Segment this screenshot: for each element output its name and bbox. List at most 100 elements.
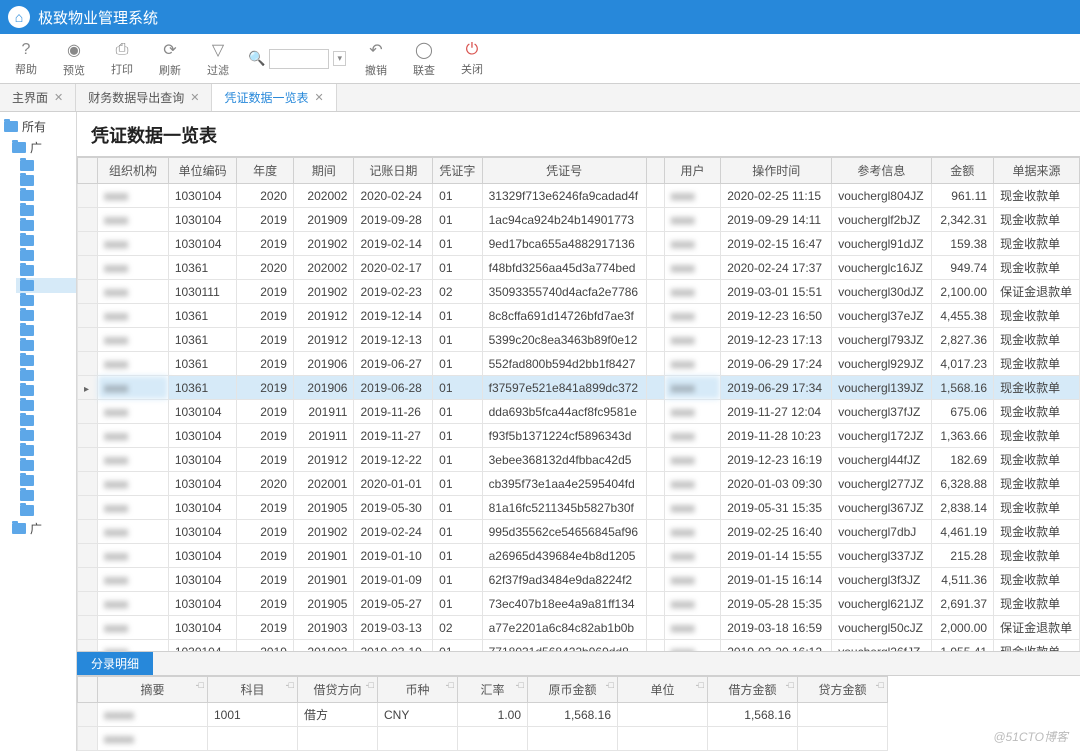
tree-node[interactable] — [16, 383, 76, 398]
table-row[interactable]: xxxx1036120192019062019-06-2801f37597e52… — [78, 376, 1080, 400]
tree-node[interactable] — [16, 188, 76, 203]
row-handle[interactable] — [78, 280, 98, 304]
tree-node[interactable] — [16, 458, 76, 473]
tree-node[interactable] — [16, 323, 76, 338]
row-handle[interactable] — [78, 448, 98, 472]
column-header[interactable]: 单据来源 — [994, 158, 1080, 184]
row-handle[interactable] — [78, 400, 98, 424]
help-button[interactable]: ?帮助 — [8, 41, 44, 77]
row-handle[interactable] — [78, 328, 98, 352]
column-header[interactable]: 凭证号 — [482, 158, 646, 184]
tree-node[interactable] — [16, 413, 76, 428]
tree-node[interactable] — [16, 173, 76, 188]
table-row[interactable]: xxxx103010420192019112019-11-2601dda693b… — [78, 400, 1080, 424]
tree-node[interactable] — [16, 248, 76, 263]
table-row[interactable]: xxxx1036120202020022020-02-1701f48bfd325… — [78, 256, 1080, 280]
row-handle[interactable] — [78, 544, 98, 568]
table-row[interactable]: xxxx103010420192019032019-03-1302a77e220… — [78, 616, 1080, 640]
detail-column-header[interactable]: 币种-□ — [378, 677, 458, 703]
pin-icon[interactable]: -□ — [196, 680, 204, 690]
row-handle[interactable] — [78, 520, 98, 544]
column-header[interactable]: 操作时间 — [721, 158, 832, 184]
detail-column-header[interactable]: 单位-□ — [618, 677, 708, 703]
search-input[interactable] — [269, 49, 329, 69]
pin-icon[interactable]: -□ — [696, 680, 704, 690]
tree-node[interactable] — [16, 338, 76, 353]
tree-node[interactable] — [16, 443, 76, 458]
table-row[interactable]: xxxx103010420192019122019-12-22013ebee36… — [78, 448, 1080, 472]
tab-fin-export[interactable]: 财务数据导出查询✕ — [76, 84, 212, 111]
table-row[interactable]: xxxx103010420192019092019-09-28011ac94ca… — [78, 208, 1080, 232]
link-button[interactable]: ◯联查 — [406, 40, 442, 78]
column-header[interactable] — [646, 158, 664, 184]
undo-button[interactable]: ↶撤销 — [358, 40, 394, 78]
row-handle[interactable] — [78, 208, 98, 232]
column-header[interactable]: 记账日期 — [354, 158, 433, 184]
table-row[interactable]: xxxx103010420192019022019-02-14019ed17bc… — [78, 232, 1080, 256]
tree-node[interactable] — [16, 353, 76, 368]
tree-node[interactable] — [16, 233, 76, 248]
row-handle[interactable] — [78, 304, 98, 328]
table-row[interactable]: xxxx103010420192019012019-01-090162f37f9… — [78, 568, 1080, 592]
column-header[interactable]: 组织机构 — [98, 158, 169, 184]
row-handle[interactable] — [78, 592, 98, 616]
column-header[interactable]: 用户 — [664, 158, 721, 184]
tree-node[interactable] — [16, 398, 76, 413]
search-dropdown-icon[interactable]: ▾ — [333, 51, 346, 66]
refresh-button[interactable]: ⟳刷新 — [152, 40, 188, 78]
row-handle[interactable] — [78, 472, 98, 496]
column-header[interactable]: 金额 — [931, 158, 994, 184]
close-icon[interactable]: ✕ — [314, 91, 323, 104]
pin-icon[interactable]: -□ — [876, 680, 884, 690]
tree-node[interactable] — [16, 278, 76, 293]
pin-icon[interactable]: -□ — [286, 680, 294, 690]
tree-node[interactable]: 广 — [8, 137, 76, 158]
table-row[interactable]: xxxx103010420192019032019-03-19017718031… — [78, 640, 1080, 652]
row-handle[interactable] — [78, 184, 98, 208]
close-icon[interactable]: ✕ — [190, 91, 199, 104]
tree-node[interactable] — [16, 293, 76, 308]
detail-column-header[interactable]: 摘要-□ — [98, 677, 208, 703]
table-row[interactable]: xxxx103010420202020012020-01-0101cb395f7… — [78, 472, 1080, 496]
search-icon[interactable]: 🔍 — [248, 50, 265, 67]
detail-column-header[interactable]: 科目-□ — [208, 677, 298, 703]
table-row[interactable]: xxxx103010420192019012019-01-1001a26965d… — [78, 544, 1080, 568]
row-handle[interactable] — [78, 352, 98, 376]
tree-node[interactable] — [16, 503, 76, 518]
close-icon[interactable]: ✕ — [54, 91, 63, 104]
row-handle[interactable] — [78, 727, 98, 751]
tree-root[interactable]: 所有 — [0, 116, 76, 137]
preview-button[interactable]: ◉预览 — [56, 40, 92, 78]
table-row[interactable]: xxxx103011120192019022019-02-23023509335… — [78, 280, 1080, 304]
detail-column-header[interactable]: 汇率-□ — [458, 677, 528, 703]
table-row[interactable]: xxxx103010420202020022020-02-240131329f7… — [78, 184, 1080, 208]
row-handle[interactable] — [78, 256, 98, 280]
tree-node[interactable] — [16, 473, 76, 488]
print-button[interactable]: ⎙打印 — [104, 41, 140, 77]
column-header[interactable]: 年度 — [237, 158, 294, 184]
table-row[interactable]: xxxx1036120192019122019-12-13015399c20c8… — [78, 328, 1080, 352]
row-handle[interactable] — [78, 640, 98, 652]
detail-column-header[interactable]: 借方金额-□ — [708, 677, 798, 703]
tree-node[interactable] — [16, 488, 76, 503]
pin-icon[interactable]: -□ — [516, 680, 524, 690]
detail-grid[interactable]: 摘要-□科目-□借贷方向-□币种-□汇率-□原币金额-□单位-□借方金额-□贷方… — [77, 675, 1080, 751]
detail-row[interactable]: xxxxx 1001 借方 CNY 1.00 1,568.16 1,568.16 — [78, 703, 888, 727]
column-header[interactable]: 凭证字 — [433, 158, 482, 184]
detail-column-header[interactable]: 借贷方向-□ — [298, 677, 378, 703]
row-handle[interactable] — [78, 568, 98, 592]
row-handle[interactable] — [78, 496, 98, 520]
row-handle[interactable] — [78, 376, 98, 400]
column-header[interactable]: 单位编码 — [168, 158, 237, 184]
tree-node[interactable] — [16, 203, 76, 218]
tree-node[interactable]: 广 — [8, 518, 76, 539]
sub-tab-entries[interactable]: 分录明细 — [77, 652, 153, 675]
tree-node[interactable] — [16, 158, 76, 173]
filter-button[interactable]: ▽过滤 — [200, 40, 236, 78]
voucher-grid[interactable]: 组织机构单位编码年度期间记账日期凭证字凭证号用户操作时间参考信息金额单据来源 x… — [77, 156, 1080, 651]
close-button[interactable]: ⏻关闭 — [454, 41, 490, 77]
sidebar-tree[interactable]: 所有 广 广 — [0, 112, 77, 751]
row-handle[interactable] — [78, 616, 98, 640]
row-handle[interactable] — [78, 424, 98, 448]
tree-node[interactable] — [16, 263, 76, 278]
